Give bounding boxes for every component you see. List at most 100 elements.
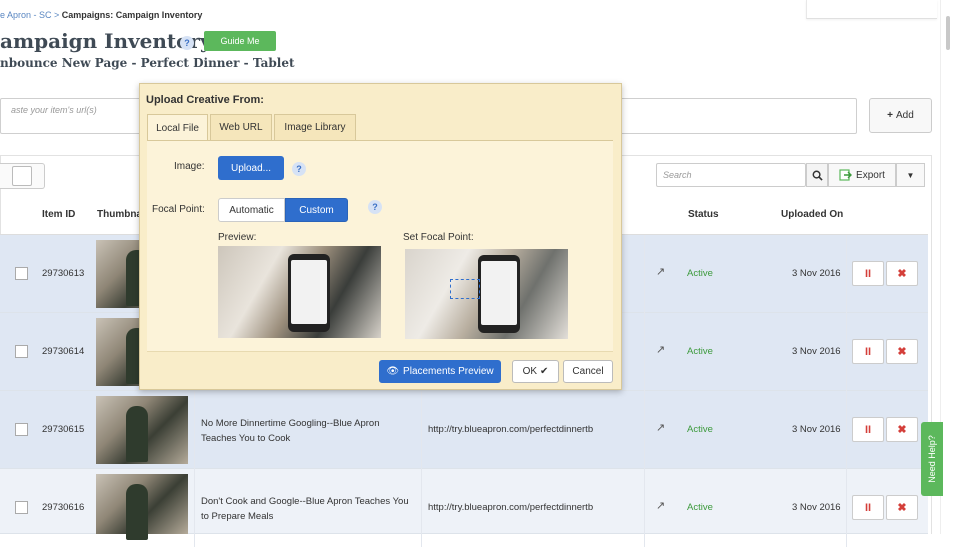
column-divider xyxy=(644,235,645,313)
ok-label: OK xyxy=(522,366,538,377)
preview-label: Preview: xyxy=(218,232,257,243)
column-divider xyxy=(194,391,195,469)
search-icon xyxy=(812,170,823,181)
close-icon: ✖ xyxy=(897,502,907,514)
item-id: 29730616 xyxy=(42,502,85,513)
column-divider xyxy=(644,313,645,391)
eye-icon: 👁 xyxy=(386,366,400,377)
delete-button[interactable]: ✖ xyxy=(886,339,918,364)
column-thumbnail: Thumbna xyxy=(97,209,142,220)
delete-button[interactable]: ✖ xyxy=(886,495,918,520)
pause-button[interactable]: II xyxy=(852,261,884,286)
column-divider xyxy=(846,391,847,469)
export-dropdown-toggle[interactable]: ▼ xyxy=(896,163,925,187)
focal-point-marker[interactable] xyxy=(450,279,480,299)
item-url[interactable]: http://try.blueapron.com/perfectdinnertb xyxy=(428,502,593,513)
export-label: Export xyxy=(856,169,885,181)
item-url[interactable]: http://try.blueapron.com/perfectdinnertb xyxy=(428,424,593,435)
row-checkbox[interactable] xyxy=(15,423,28,436)
column-divider xyxy=(421,391,422,469)
focal-custom-toggle[interactable]: Custom xyxy=(285,198,348,222)
url-placeholder: aste your item's url(s) xyxy=(11,105,97,115)
thumbnail-image xyxy=(96,396,188,464)
delete-button[interactable]: ✖ xyxy=(886,261,918,286)
table-row[interactable]: 29730616 Don't Cook and Google--Blue Apr… xyxy=(0,469,928,547)
phone-graphic xyxy=(478,255,520,333)
caret-down-icon: ▼ xyxy=(906,170,915,180)
pause-icon: II xyxy=(864,423,872,436)
external-link-icon[interactable]: ↗ xyxy=(656,499,665,512)
select-all-checkbox[interactable] xyxy=(12,166,32,186)
ok-button[interactable]: OK ✔ xyxy=(512,360,559,383)
close-icon: ✖ xyxy=(897,268,907,280)
column-status[interactable]: Status xyxy=(688,209,719,220)
add-button-label: Add xyxy=(896,110,914,121)
column-divider xyxy=(846,469,847,547)
plus-icon: + xyxy=(887,110,894,121)
dialog-footer-divider xyxy=(147,351,613,352)
column-divider xyxy=(644,391,645,469)
scrollbar-thumb[interactable] xyxy=(946,16,950,50)
breadcrumb: e Apron - SC > Campaigns: Campaign Inven… xyxy=(0,10,202,20)
dialog-title: Upload Creative From: xyxy=(146,94,264,106)
uploaded-date: 3 Nov 2016 xyxy=(792,424,841,435)
breadcrumb-link[interactable]: e Apron - SC xyxy=(0,10,52,20)
item-title: Don't Cook and Google--Blue Apron Teache… xyxy=(201,496,409,522)
help-icon[interactable]: ? xyxy=(368,200,382,214)
cancel-button[interactable]: Cancel xyxy=(563,360,613,383)
close-icon: ✖ xyxy=(897,346,907,358)
check-icon: ✔ xyxy=(540,366,549,377)
guide-me-button[interactable]: Guide Me xyxy=(204,31,276,51)
help-icon[interactable]: ? xyxy=(180,36,194,50)
external-link-icon[interactable]: ↗ xyxy=(656,343,665,356)
breadcrumb-separator: > xyxy=(51,10,62,20)
placements-preview-button[interactable]: 👁 Placements Preview xyxy=(379,360,501,383)
status-badge: Active xyxy=(687,424,713,435)
status-badge: Active xyxy=(687,346,713,357)
page-subtitle: nbounce New Page - Perfect Dinner - Tabl… xyxy=(0,56,295,70)
export-button[interactable]: Export xyxy=(828,163,896,187)
row-checkbox[interactable] xyxy=(15,267,28,280)
uploaded-date: 3 Nov 2016 xyxy=(792,502,841,513)
search-button[interactable] xyxy=(806,163,828,187)
delete-button[interactable]: ✖ xyxy=(886,417,918,442)
tab-web-url[interactable]: Web URL xyxy=(210,114,272,140)
column-item-id[interactable]: Item ID xyxy=(42,209,75,220)
top-right-panel xyxy=(806,0,937,19)
column-divider xyxy=(194,469,195,547)
need-help-label: Need Help? xyxy=(927,435,937,483)
pause-button[interactable]: II xyxy=(852,339,884,364)
item-id: 29730614 xyxy=(42,346,85,357)
image-label: Image: xyxy=(174,161,205,172)
table-row[interactable]: 29730615 No More Dinnertime Googling--Bl… xyxy=(0,391,928,469)
breadcrumb-current: Campaigns: Campaign Inventory xyxy=(61,10,203,20)
column-divider xyxy=(421,469,422,547)
search-input[interactable]: Search xyxy=(656,163,806,187)
page-scrollbar[interactable] xyxy=(940,0,968,534)
pause-button[interactable]: II xyxy=(852,417,884,442)
status-badge: Active xyxy=(687,502,713,513)
help-icon[interactable]: ? xyxy=(292,162,306,176)
focal-automatic-toggle[interactable]: Automatic xyxy=(218,198,285,222)
focal-point-label: Focal Point: xyxy=(152,204,205,215)
item-id: 29730615 xyxy=(42,424,85,435)
item-title: No More Dinnertime Googling--Blue Apron … xyxy=(201,418,380,444)
column-uploaded-on[interactable]: Uploaded On xyxy=(781,209,843,220)
row-checkbox[interactable] xyxy=(15,345,28,358)
upload-button[interactable]: Upload... xyxy=(218,156,284,180)
row-checkbox[interactable] xyxy=(15,501,28,514)
external-link-icon[interactable]: ↗ xyxy=(656,265,665,278)
need-help-tab[interactable]: Need Help? xyxy=(921,422,943,496)
focal-point-image[interactable] xyxy=(405,249,568,339)
external-link-icon[interactable]: ↗ xyxy=(656,421,665,434)
pause-icon: II xyxy=(864,267,872,280)
status-badge: Active xyxy=(687,268,713,279)
export-icon xyxy=(839,169,853,181)
pause-button[interactable]: II xyxy=(852,495,884,520)
item-id: 29730613 xyxy=(42,268,85,279)
preview-image xyxy=(218,246,381,338)
add-button[interactable]: + Add xyxy=(869,98,932,133)
tab-local-file[interactable]: Local File xyxy=(147,114,208,141)
pause-icon: II xyxy=(864,501,872,514)
tab-image-library[interactable]: Image Library xyxy=(274,114,356,140)
